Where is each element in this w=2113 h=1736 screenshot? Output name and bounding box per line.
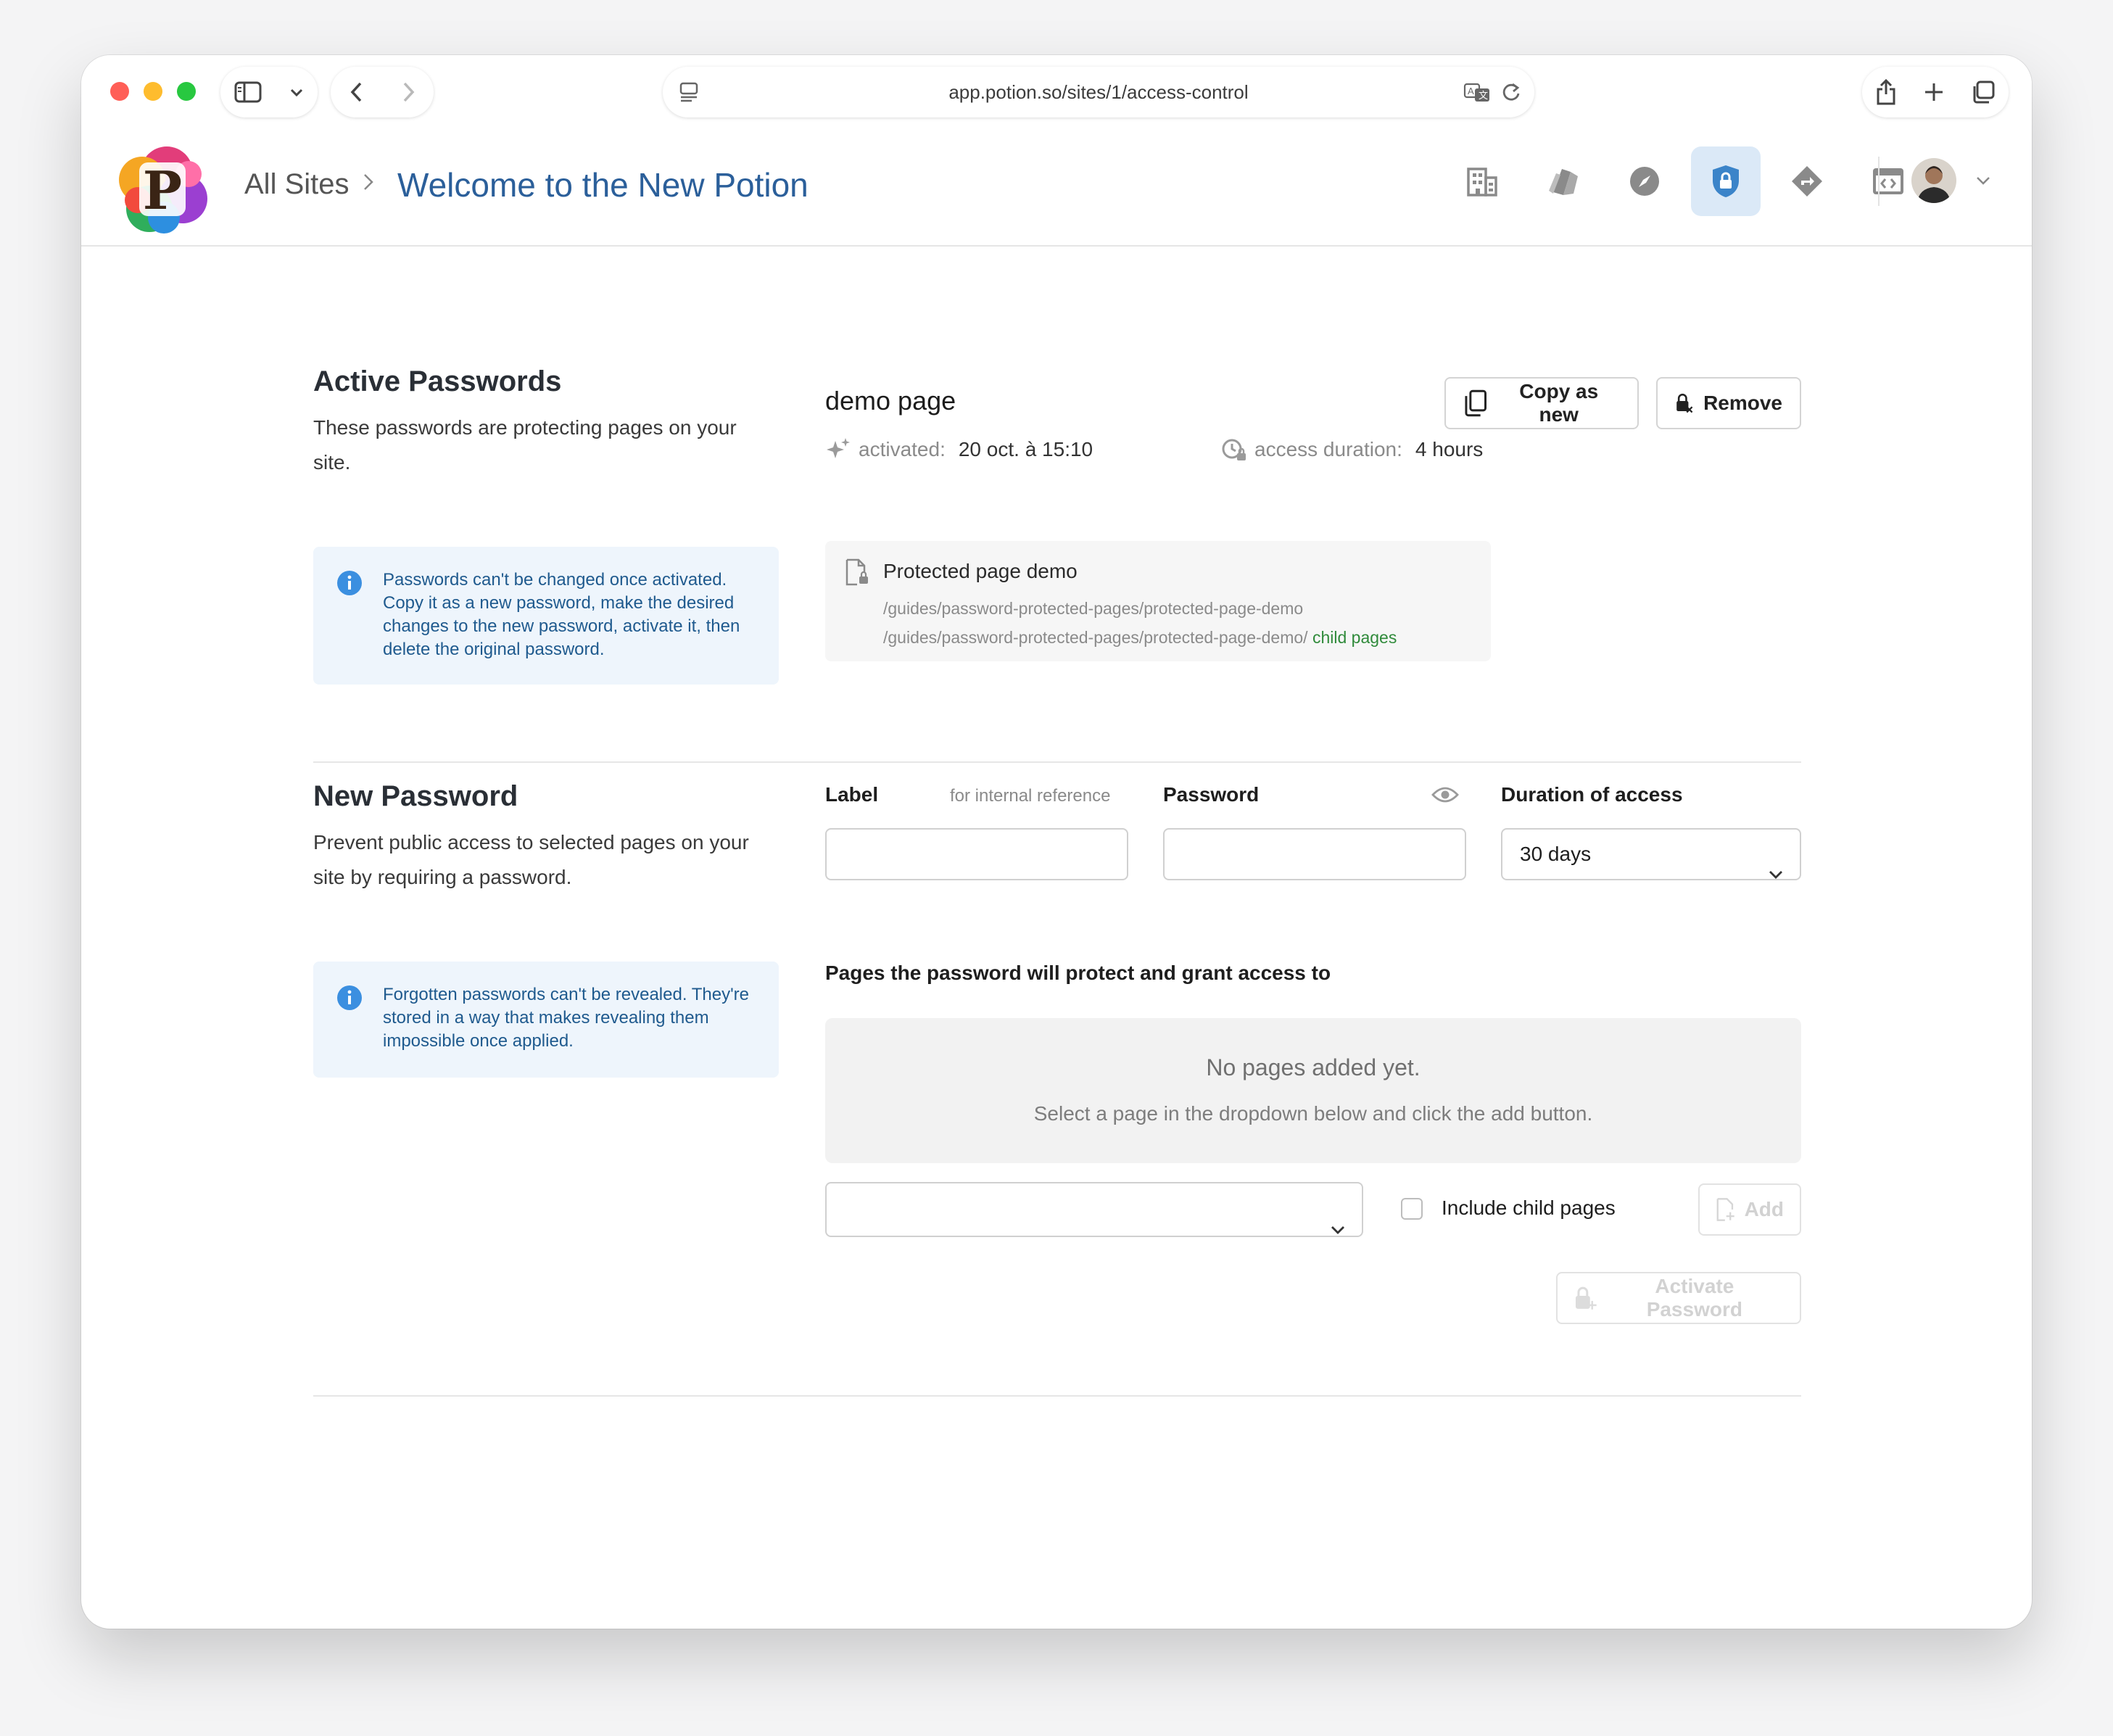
clock-lock-icon — [1222, 439, 1246, 460]
label-field-hint: for internal reference — [950, 786, 1111, 806]
share-icon[interactable] — [1875, 78, 1897, 106]
chevron-right-icon — [363, 173, 374, 195]
remove-label: Remove — [1703, 392, 1782, 414]
duration-value: 4 hours — [1415, 438, 1484, 460]
activated-meta: activated: 20 oct. à 15:10 — [825, 437, 1093, 463]
duration-selected: 30 days — [1520, 843, 1592, 865]
copy-as-new-label: Copy as new — [1519, 380, 1599, 426]
address-bar[interactable]: app.potion.so/sites/1/access-control A文 — [663, 67, 1534, 117]
protected-child-path: /guides/password-protected-pages/protect… — [883, 628, 1397, 648]
svg-text:A: A — [1468, 86, 1474, 96]
label-input[interactable] — [825, 828, 1128, 880]
remove-button[interactable]: Remove — [1656, 377, 1801, 429]
redirect-icon[interactable] — [1772, 146, 1842, 216]
translate-icon[interactable]: A文 — [1463, 83, 1491, 107]
app-header: P All Sites Welcome to the New Potion — [81, 131, 2032, 247]
lock-remove-icon — [1676, 393, 1693, 413]
section-divider — [313, 1395, 1801, 1397]
chevron-down-icon[interactable] — [1975, 175, 1991, 189]
forward-arrow-icon[interactable] — [401, 80, 415, 104]
svg-text:文: 文 — [1479, 90, 1488, 101]
avatar[interactable] — [1911, 158, 1956, 203]
duration-select[interactable]: 30 days — [1501, 828, 1801, 880]
new-tab-plus-icon[interactable] — [1923, 81, 1945, 103]
lock-add-icon — [1575, 1286, 1597, 1310]
child-path-text: /guides/password-protected-pages/protect… — [883, 628, 1308, 647]
browser-window: app.potion.so/sites/1/access-control A文 — [81, 55, 2032, 1629]
chevron-down-icon — [1768, 848, 1784, 898]
active-passwords-description: These passwords are protecting pages on … — [313, 416, 737, 474]
info-icon — [336, 985, 363, 1017]
building-icon[interactable] — [1447, 146, 1517, 216]
activated-value: 20 oct. à 15:10 — [958, 438, 1093, 460]
header-divider — [1878, 157, 1880, 206]
info-icon — [336, 570, 363, 603]
browser-toolbar: app.potion.so/sites/1/access-control A文 — [81, 55, 2032, 131]
site-title[interactable]: Welcome to the New Potion — [397, 165, 809, 204]
pages-label: Pages the password will protect and gran… — [825, 962, 1331, 984]
empty-subtitle: Select a page in the dropdown below and … — [1033, 1102, 1593, 1125]
include-child-checkbox[interactable] — [1401, 1198, 1423, 1220]
protected-page-title: Protected page demo — [883, 560, 1078, 582]
info-text: Passwords can't be changed once activate… — [383, 570, 740, 659]
duration-field-label: Duration of access — [1501, 783, 1683, 806]
info-text: Forgotten passwords can't be revealed. T… — [383, 985, 749, 1051]
new-password-title: New Password — [313, 780, 518, 812]
eye-icon[interactable] — [1431, 785, 1459, 809]
reload-icon[interactable] — [1501, 81, 1521, 107]
pages-empty-state: No pages added yet. Select a page in the… — [825, 1018, 1801, 1163]
access-control-content: Active Passwords These passwords are pro… — [81, 247, 2032, 1629]
maximize-window-button[interactable] — [177, 82, 196, 101]
page-lock-icon — [844, 558, 869, 590]
duration-meta: access duration: 4 hours — [1221, 437, 1483, 463]
add-page-button[interactable]: Add — [1698, 1183, 1801, 1236]
password-input[interactable] — [1163, 828, 1466, 880]
child-pages-label: child pages — [1312, 628, 1397, 647]
back-arrow-icon[interactable] — [350, 80, 364, 104]
close-window-button[interactable] — [110, 82, 129, 101]
logo-letter: P — [143, 160, 182, 221]
compass-icon[interactable] — [1610, 146, 1679, 216]
include-child-label[interactable]: Include child pages — [1442, 1196, 1616, 1220]
password-name: demo page — [825, 386, 956, 416]
breadcrumb-all-sites[interactable]: All Sites — [244, 168, 350, 201]
activate-label: Activate Password — [1646, 1275, 1742, 1320]
protected-page-path: /guides/password-protected-pages/protect… — [883, 599, 1304, 618]
new-password-info: Forgotten passwords can't be revealed. T… — [313, 962, 779, 1078]
section-divider — [313, 761, 1801, 763]
tab-overview-icon[interactable] — [1971, 80, 1996, 104]
active-passwords-info: Passwords can't be changed once activate… — [313, 547, 779, 685]
activate-password-button[interactable]: Activate Password — [1556, 1272, 1801, 1324]
url-text: app.potion.so/sites/1/access-control — [948, 81, 1249, 103]
copy-icon — [1465, 389, 1486, 417]
activated-key: activated: — [859, 438, 946, 460]
sidebar-icon[interactable] — [234, 81, 262, 103]
add-page-icon — [1716, 1198, 1734, 1221]
chevron-down-icon[interactable] — [289, 87, 304, 97]
potion-logo[interactable]: P — [116, 145, 209, 235]
active-passwords-title: Active Passwords — [313, 365, 562, 397]
chevron-down-icon — [1330, 1204, 1346, 1253]
minimize-window-button[interactable] — [144, 82, 162, 101]
page-select[interactable] — [825, 1182, 1363, 1237]
sparkle-icon — [827, 438, 850, 458]
add-label: Add — [1744, 1198, 1784, 1220]
duration-key: access duration: — [1254, 438, 1402, 460]
new-password-description: Prevent public access to selected pages … — [313, 831, 749, 888]
copy-as-new-button[interactable]: Copy as new — [1444, 377, 1639, 429]
sidebar-toggle-group — [220, 67, 318, 117]
protected-page-card: Protected page demo /guides/password-pro… — [825, 541, 1491, 661]
empty-title: No pages added yet. — [1206, 1054, 1421, 1080]
history-nav-group — [331, 67, 434, 117]
password-field-label: Password — [1163, 783, 1260, 806]
window-actions-group — [1862, 67, 2009, 117]
pages-icon[interactable] — [1529, 146, 1598, 216]
label-field-label: Label — [825, 783, 879, 806]
shield-lock-icon[interactable] — [1691, 146, 1761, 216]
